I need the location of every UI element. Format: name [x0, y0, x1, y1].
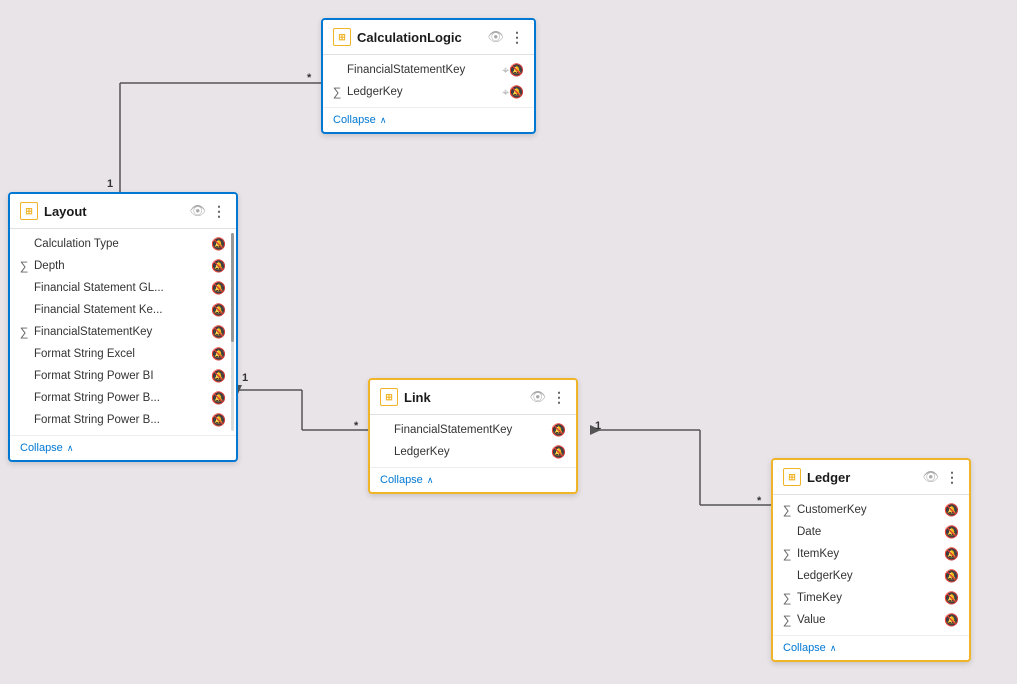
- eye-slash-icon-val[interactable]: 🔕: [944, 613, 959, 627]
- entity-fields-ledger: ∑ CustomerKey 🔕 Date 🔕 ∑ ItemKey 🔕 Ledge…: [773, 495, 969, 635]
- table-icon-layout: ⊞: [20, 202, 38, 220]
- entity-title-layout: Layout: [44, 204, 183, 219]
- eye-slash-icon-fspb1[interactable]: 🔕: [211, 391, 226, 405]
- cardinality-label-many-calc: *: [307, 72, 311, 84]
- field-row-financial-statement-key: ∑ FinancialStatementKey 🔕: [10, 321, 236, 343]
- field-row-value: ∑ Value 🔕: [773, 609, 969, 631]
- entity-calculation-logic: ⊞ CalculationLogic 👁 ⋮ FinancialStatemen…: [321, 18, 536, 134]
- eye-slash-icon-ik[interactable]: 🔕: [944, 547, 959, 561]
- field-row-date: Date 🔕: [773, 521, 969, 543]
- eye-slash-icon-ck[interactable]: 🔕: [944, 503, 959, 517]
- entity-title-calculation-logic: CalculationLogic: [357, 30, 481, 45]
- eye-slash-icon-fskl[interactable]: 🔕: [211, 325, 226, 339]
- eye-slash-icon-fsg[interactable]: 🔕: [211, 281, 226, 295]
- scrollbar-track-layout: [231, 233, 234, 431]
- more-icon-calculation-logic[interactable]: ⋮: [510, 29, 524, 46]
- cardinality-label-one-layout-right: 1: [242, 372, 248, 384]
- cardinality-label-one-layout-top: 1: [107, 178, 113, 190]
- entity-fields-link: FinancialStatementKey 🔕 LedgerKey 🔕: [370, 415, 576, 467]
- collapse-label-layout: Collapse: [20, 442, 63, 454]
- field-row-time-key: ∑ TimeKey 🔕: [773, 587, 969, 609]
- eye-slash-icon-fsk-calc[interactable]: 🔕: [502, 63, 524, 78]
- entity-header-layout: ⊞ Layout 👁 ⋮: [10, 194, 236, 229]
- entity-link: ⊞ Link 👁 ⋮ FinancialStatementKey 🔕 Ledge…: [368, 378, 578, 494]
- entity-icons-ledger[interactable]: 👁 ⋮: [922, 469, 959, 486]
- entity-title-link: Link: [404, 390, 523, 405]
- entity-icons-link[interactable]: 👁 ⋮: [529, 389, 566, 406]
- entity-header-ledger: ⊞ Ledger 👁 ⋮: [773, 460, 969, 495]
- eye-icon-link[interactable]: 👁: [529, 389, 546, 405]
- table-icon-calculation-logic: ⊞: [333, 28, 351, 46]
- cardinality-label-one-link-right: 1: [595, 420, 601, 432]
- field-row-ledger-key: LedgerKey 🔕: [773, 565, 969, 587]
- field-row-fsk-link: FinancialStatementKey 🔕: [370, 419, 576, 441]
- field-row-item-key: ∑ ItemKey 🔕: [773, 543, 969, 565]
- eye-slash-icon-tk[interactable]: 🔕: [944, 591, 959, 605]
- eye-slash-icon-lk[interactable]: 🔕: [944, 569, 959, 583]
- field-row-calculation-type: Calculation Type 🔕: [10, 233, 236, 255]
- cardinality-label-many-link: *: [354, 420, 358, 432]
- eye-slash-icon-date[interactable]: 🔕: [944, 525, 959, 539]
- eye-slash-icon-lk-link[interactable]: 🔕: [551, 445, 566, 459]
- collapse-caret-layout: ∧: [67, 443, 74, 454]
- field-row-financial-statement-key-calc: FinancialStatementKey 🔕: [323, 59, 534, 81]
- entity-title-ledger: Ledger: [807, 470, 916, 485]
- collapse-button-link[interactable]: Collapse ∧: [370, 467, 576, 492]
- entity-fields-calculation-logic: FinancialStatementKey 🔕 ∑ LedgerKey 🔕: [323, 55, 534, 107]
- field-row-financial-statement-ke: Financial Statement Ke... 🔕: [10, 299, 236, 321]
- field-row-customer-key: ∑ CustomerKey 🔕: [773, 499, 969, 521]
- field-row-format-string-power-b2: Format String Power B... 🔕: [10, 409, 236, 431]
- collapse-button-calculation-logic[interactable]: Collapse ∧: [323, 107, 534, 132]
- eye-slash-icon-fsk-link[interactable]: 🔕: [551, 423, 566, 437]
- eye-slash-icon-fse[interactable]: 🔕: [211, 347, 226, 361]
- table-icon-link: ⊞: [380, 388, 398, 406]
- cardinality-label-many-ledger: *: [757, 495, 761, 507]
- entity-header-link: ⊞ Link 👁 ⋮: [370, 380, 576, 415]
- eye-slash-icon-lk-calc[interactable]: 🔕: [502, 85, 524, 100]
- collapse-button-layout[interactable]: Collapse ∧: [10, 435, 236, 460]
- collapse-label-ledger: Collapse: [783, 642, 826, 654]
- entity-ledger: ⊞ Ledger 👁 ⋮ ∑ CustomerKey 🔕 Date 🔕 ∑ It…: [771, 458, 971, 662]
- table-icon-ledger: ⊞: [783, 468, 801, 486]
- field-row-ledger-key-link: LedgerKey 🔕: [370, 441, 576, 463]
- entity-icons-calculation-logic[interactable]: 👁 ⋮: [487, 29, 524, 46]
- field-row-ledger-key-calc: ∑ LedgerKey 🔕: [323, 81, 534, 103]
- eye-slash-icon-calc-type[interactable]: 🔕: [211, 237, 226, 251]
- collapse-caret-link: ∧: [427, 475, 434, 486]
- eye-slash-icon-fspbi[interactable]: 🔕: [211, 369, 226, 383]
- collapse-caret-ledger: ∧: [830, 643, 837, 654]
- eye-icon-layout[interactable]: 👁: [189, 203, 206, 219]
- eye-slash-icon-depth[interactable]: 🔕: [211, 259, 226, 273]
- eye-icon-ledger[interactable]: 👁: [922, 469, 939, 485]
- collapse-label-link: Collapse: [380, 474, 423, 486]
- field-row-format-string-power-b1: Format String Power B... 🔕: [10, 387, 236, 409]
- more-icon-layout[interactable]: ⋮: [212, 203, 226, 220]
- eye-slash-icon-fske[interactable]: 🔕: [211, 303, 226, 317]
- collapse-button-ledger[interactable]: Collapse ∧: [773, 635, 969, 660]
- entity-header-calculation-logic: ⊞ CalculationLogic 👁 ⋮: [323, 20, 534, 55]
- collapse-caret-calculation-logic: ∧: [380, 115, 387, 126]
- eye-slash-icon-fspb2[interactable]: 🔕: [211, 413, 226, 427]
- entity-layout: ⊞ Layout 👁 ⋮ Calculation Type 🔕 ∑ Depth …: [8, 192, 238, 462]
- more-icon-link[interactable]: ⋮: [552, 389, 566, 406]
- entity-fields-layout: Calculation Type 🔕 ∑ Depth 🔕 Financial S…: [10, 229, 236, 435]
- field-row-format-string-excel: Format String Excel 🔕: [10, 343, 236, 365]
- eye-icon-calculation-logic[interactable]: 👁: [487, 29, 504, 45]
- field-row-financial-statement-gl: Financial Statement GL... 🔕: [10, 277, 236, 299]
- scrollbar-thumb-layout[interactable]: [231, 233, 234, 342]
- more-icon-ledger[interactable]: ⋮: [945, 469, 959, 486]
- collapse-label-calculation-logic: Collapse: [333, 114, 376, 126]
- entity-icons-layout[interactable]: 👁 ⋮: [189, 203, 226, 220]
- diagram-canvas: * 1 1 * 1 * ⊞ CalculationLogic 👁 ⋮ Finan…: [0, 0, 1017, 684]
- field-row-depth: ∑ Depth 🔕: [10, 255, 236, 277]
- field-row-format-string-power-bi: Format String Power BI 🔕: [10, 365, 236, 387]
